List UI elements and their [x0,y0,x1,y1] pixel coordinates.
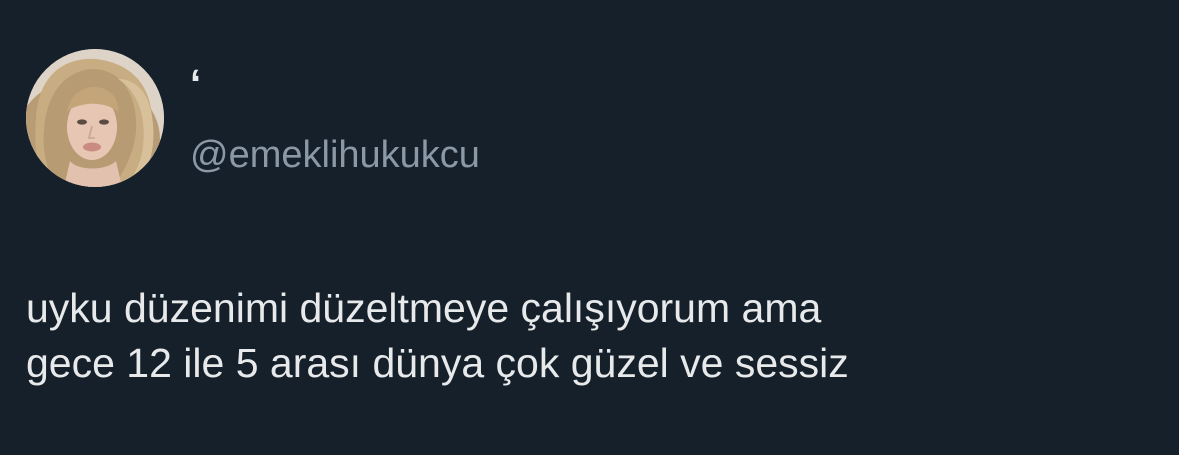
tweet-text-line-2: gece 12 ile 5 arası dünya çok güzel ve s… [26,340,849,386]
avatar[interactable] [26,49,164,187]
profile-photo-icon [26,49,164,187]
tweet-text-line-1: uyku düzenimi düzeltmeye çalışıyorum ama [26,285,822,331]
tweet-card: ‘ @emeklihukukcu uyku düzenimi düzeltmey… [0,0,1179,455]
author-display-name[interactable]: ‘ [190,60,201,108]
author-handle[interactable]: @emeklihukukcu [190,133,480,177]
tweet-text: uyku düzenimi düzeltmeye çalışıyorum ama… [26,281,1146,391]
